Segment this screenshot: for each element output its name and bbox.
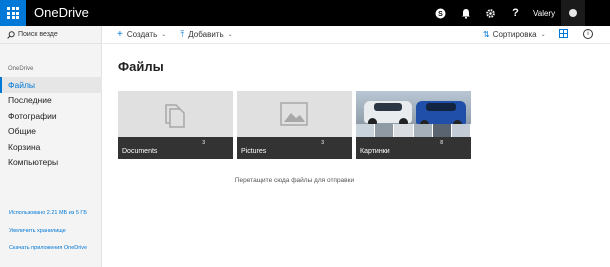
tile-name: Documents (122, 148, 158, 155)
skype-icon: S (435, 8, 446, 18)
sidebar-item-recent[interactable]: Последние (0, 93, 102, 109)
page-title: Файлы (118, 59, 164, 74)
sidebar-item-pcs[interactable]: Компьютеры (0, 155, 102, 171)
item-count-badge: 8 (440, 140, 443, 146)
sidebar-nav: Файлы Последние Фотографии Общие Корзина… (0, 77, 102, 170)
sort-button[interactable]: ⇅ Сортировка ⌄ (483, 30, 546, 39)
sort-button-label: Сортировка (492, 30, 537, 39)
item-count-badge: 3 (202, 140, 205, 146)
notifications-button[interactable] (453, 0, 478, 26)
search-input[interactable]: Поиск везде (18, 31, 58, 38)
waffle-icon (7, 7, 19, 19)
app-launcher-button[interactable] (0, 0, 26, 26)
grid-view-icon (559, 29, 568, 38)
view-toggle-button[interactable] (559, 29, 568, 40)
new-button[interactable]: + Создать ⌄ (117, 29, 166, 40)
sidebar-item-photos[interactable]: Фотографии (0, 108, 102, 124)
folder-tile-pictures[interactable]: Pictures 3 (237, 91, 352, 159)
upload-button[interactable]: ⤒ Добавить ⌄ (180, 29, 232, 40)
new-button-label: Создать (126, 30, 158, 39)
settings-button[interactable] (478, 0, 503, 26)
sidebar-section-title: OneDrive (8, 66, 34, 72)
gear-icon (486, 8, 495, 18)
sidebar-item-files[interactable]: Файлы (0, 77, 102, 93)
help-button[interactable]: ? (503, 0, 528, 26)
avatar (561, 0, 586, 26)
top-bar: OneDrive S ? Valery (0, 0, 610, 26)
account-menu[interactable]: Valery (533, 0, 586, 26)
info-icon: i (587, 31, 589, 37)
get-apps-link[interactable]: Скачать приложения OneDrive (9, 244, 89, 252)
sort-icon: ⇅ (483, 30, 490, 39)
drop-zone-hint: Перетащите сюда файлы для отправки (234, 177, 355, 184)
item-count-badge: 3 (321, 140, 324, 146)
tile-name: Картинки (360, 148, 390, 155)
chevron-down-icon: ⌄ (227, 32, 233, 38)
folder-thumbnail (356, 91, 471, 137)
folder-tile-kartinki[interactable]: Картинки 8 (356, 91, 471, 159)
storage-usage-link[interactable]: Использовано 2.21 МБ из 5 ГБ (9, 210, 87, 216)
user-name: Valery (533, 8, 556, 18)
search-box[interactable]: Поиск везде (0, 26, 102, 44)
svg-text:S: S (438, 11, 443, 18)
command-bar: + Создать ⌄ ⤒ Добавить ⌄ ⇅ Сортировка ⌄ … (103, 26, 610, 44)
help-icon: ? (512, 7, 519, 19)
tile-name: Pictures (241, 148, 267, 155)
folder-tile-documents[interactable]: Documents 3 (118, 91, 233, 159)
bell-icon (461, 8, 470, 19)
upgrade-storage-link[interactable]: Увеличить хранилище (9, 228, 66, 234)
chevron-down-icon: ⌄ (161, 32, 167, 38)
upload-icon: ⤒ (180, 29, 185, 39)
brand-title[interactable]: OneDrive (34, 5, 89, 20)
skype-button[interactable]: S (428, 0, 453, 26)
upload-button-label: Добавить (188, 30, 224, 39)
documents-icon (165, 104, 185, 128)
chevron-down-icon: ⌄ (540, 32, 546, 38)
sidebar-item-recycle-bin[interactable]: Корзина (0, 139, 102, 155)
sidebar: Поиск везде OneDrive Файлы Последние Фот… (0, 26, 102, 267)
sidebar-item-shared[interactable]: Общие (0, 124, 102, 140)
search-icon (7, 30, 15, 39)
image-icon (280, 102, 308, 126)
info-button[interactable]: i (583, 29, 593, 39)
plus-icon: + (117, 29, 123, 40)
